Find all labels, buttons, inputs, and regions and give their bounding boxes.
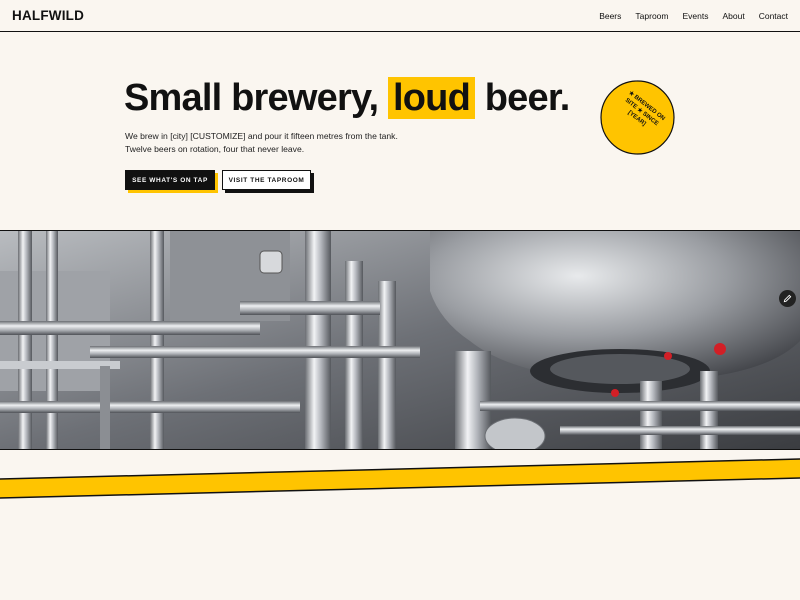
nav-item-taproom[interactable]: Taproom xyxy=(635,11,668,21)
hero-headline: Small brewery, loud beer. xyxy=(124,76,570,120)
nav-item-events[interactable]: Events xyxy=(682,11,708,21)
nav-item-about[interactable]: About xyxy=(722,11,744,21)
brand-logo[interactable]: HALFWILD xyxy=(12,8,84,23)
brewed-on-site-stamp: ★ BREWED ON SITE ★ SINCE [YEAR] xyxy=(600,80,675,155)
headline-highlight: loud xyxy=(388,77,475,119)
pencil-icon[interactable] xyxy=(779,290,796,307)
main-nav: Beers Taproom Events About Contact xyxy=(599,11,788,21)
visit-taproom-button[interactable]: VISIT THE TAPROOM xyxy=(222,170,311,190)
headline-part-1: Small brewery, xyxy=(124,77,379,119)
brewery-equipment-photo xyxy=(0,230,800,450)
accent-stripe xyxy=(0,458,800,499)
nav-item-beers[interactable]: Beers xyxy=(599,11,621,21)
nav-item-contact[interactable]: Contact xyxy=(759,11,788,21)
hero-lede: We brew in [city] [CUSTOMIZE] and pour i… xyxy=(125,131,398,154)
see-whats-on-tap-button[interactable]: SEE WHAT'S ON TAP xyxy=(125,170,215,190)
site-header: HALFWILD Beers Taproom Events About Cont… xyxy=(0,0,800,32)
headline-part-2: beer. xyxy=(484,77,571,119)
